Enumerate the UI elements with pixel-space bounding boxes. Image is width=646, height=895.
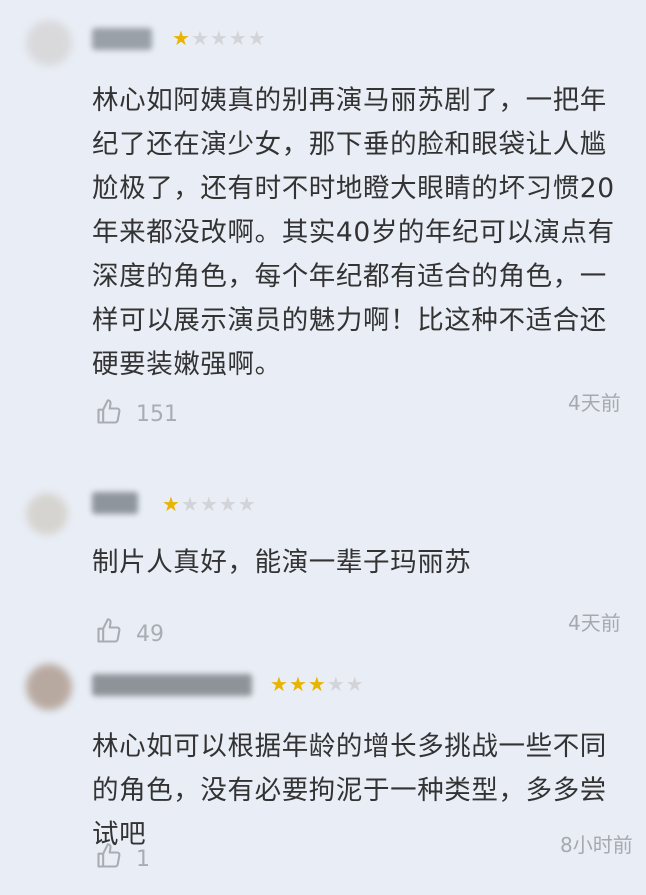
- username-blurred[interactable]: [92, 674, 252, 696]
- review-text: 林心如可以根据年龄的增长多挑战一些不同的角色，没有必要拘泥于一种类型，多多尝试吧: [92, 731, 607, 850]
- star-icon: ★: [307, 672, 327, 696]
- avatar[interactable]: [26, 664, 72, 710]
- star-rating: ★★★★★: [270, 674, 365, 694]
- timestamp: 8小时前: [560, 833, 633, 857]
- review-item: ★★★★★ 林心如可以根据年龄的增长多挑战一些不同的角色，没有必要拘泥于一种类型…: [0, 0, 646, 895]
- star-icon: ★: [270, 672, 289, 696]
- star-icon: ★: [345, 672, 365, 696]
- star-icon: ★: [288, 672, 308, 696]
- like-count: 1: [136, 847, 150, 872]
- star-icon: ★: [326, 672, 346, 696]
- thumbs-up-icon[interactable]: [95, 842, 123, 870]
